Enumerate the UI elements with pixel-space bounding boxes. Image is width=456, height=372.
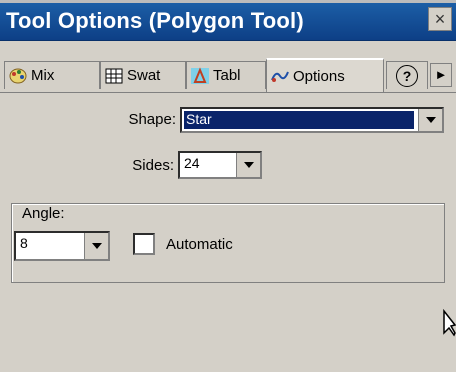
- shape-select[interactable]: Star: [180, 107, 444, 133]
- sides-label: Sides:: [132, 157, 174, 174]
- tab-swatches[interactable]: Swat: [100, 61, 186, 89]
- tab-label: Mix: [31, 67, 55, 84]
- angle-value: 8: [20, 235, 28, 251]
- tab-label: Swat: [127, 67, 161, 84]
- shape-label: Shape:: [128, 111, 176, 128]
- automatic-label: Automatic: [166, 236, 233, 253]
- tool-options-panel: Tool Options (Polygon Tool) × Mix Swat T…: [0, 3, 456, 372]
- palette-icon: [9, 68, 27, 83]
- window-title: Tool Options (Polygon Tool): [6, 8, 304, 33]
- automatic-checkbox[interactable]: [133, 233, 155, 255]
- selection-highlight: [184, 111, 414, 129]
- chevron-down-icon[interactable]: [84, 233, 108, 259]
- tab-help[interactable]: ?: [386, 61, 428, 89]
- swatches-icon: [105, 68, 123, 83]
- tab-label: Tabl: [213, 67, 241, 84]
- sides-value: 24: [184, 155, 200, 171]
- sides-select[interactable]: 24: [178, 151, 262, 179]
- chevron-down-icon[interactable]: [418, 109, 442, 131]
- close-button[interactable]: ×: [428, 7, 452, 31]
- angle-select[interactable]: 8: [14, 231, 110, 261]
- tab-label: Options: [293, 67, 345, 85]
- resize-cursor-icon: [443, 309, 456, 337]
- title-bar[interactable]: Tool Options (Polygon Tool) ×: [0, 3, 456, 41]
- tab-options[interactable]: Options: [266, 58, 384, 92]
- chevron-down-icon[interactable]: [236, 153, 260, 177]
- help-icon: ?: [396, 64, 418, 87]
- options-icon: [271, 71, 289, 82]
- tab-mix[interactable]: Mix: [4, 61, 100, 89]
- table-icon: [191, 66, 209, 84]
- tab-scroll-right-button[interactable]: ►: [430, 63, 452, 87]
- shape-value: Star: [186, 111, 212, 127]
- tab-strip: Mix Swat Tabl Options ? ►: [0, 44, 456, 93]
- tab-table[interactable]: Tabl: [186, 61, 266, 89]
- angle-group-label: Angle:: [22, 205, 65, 222]
